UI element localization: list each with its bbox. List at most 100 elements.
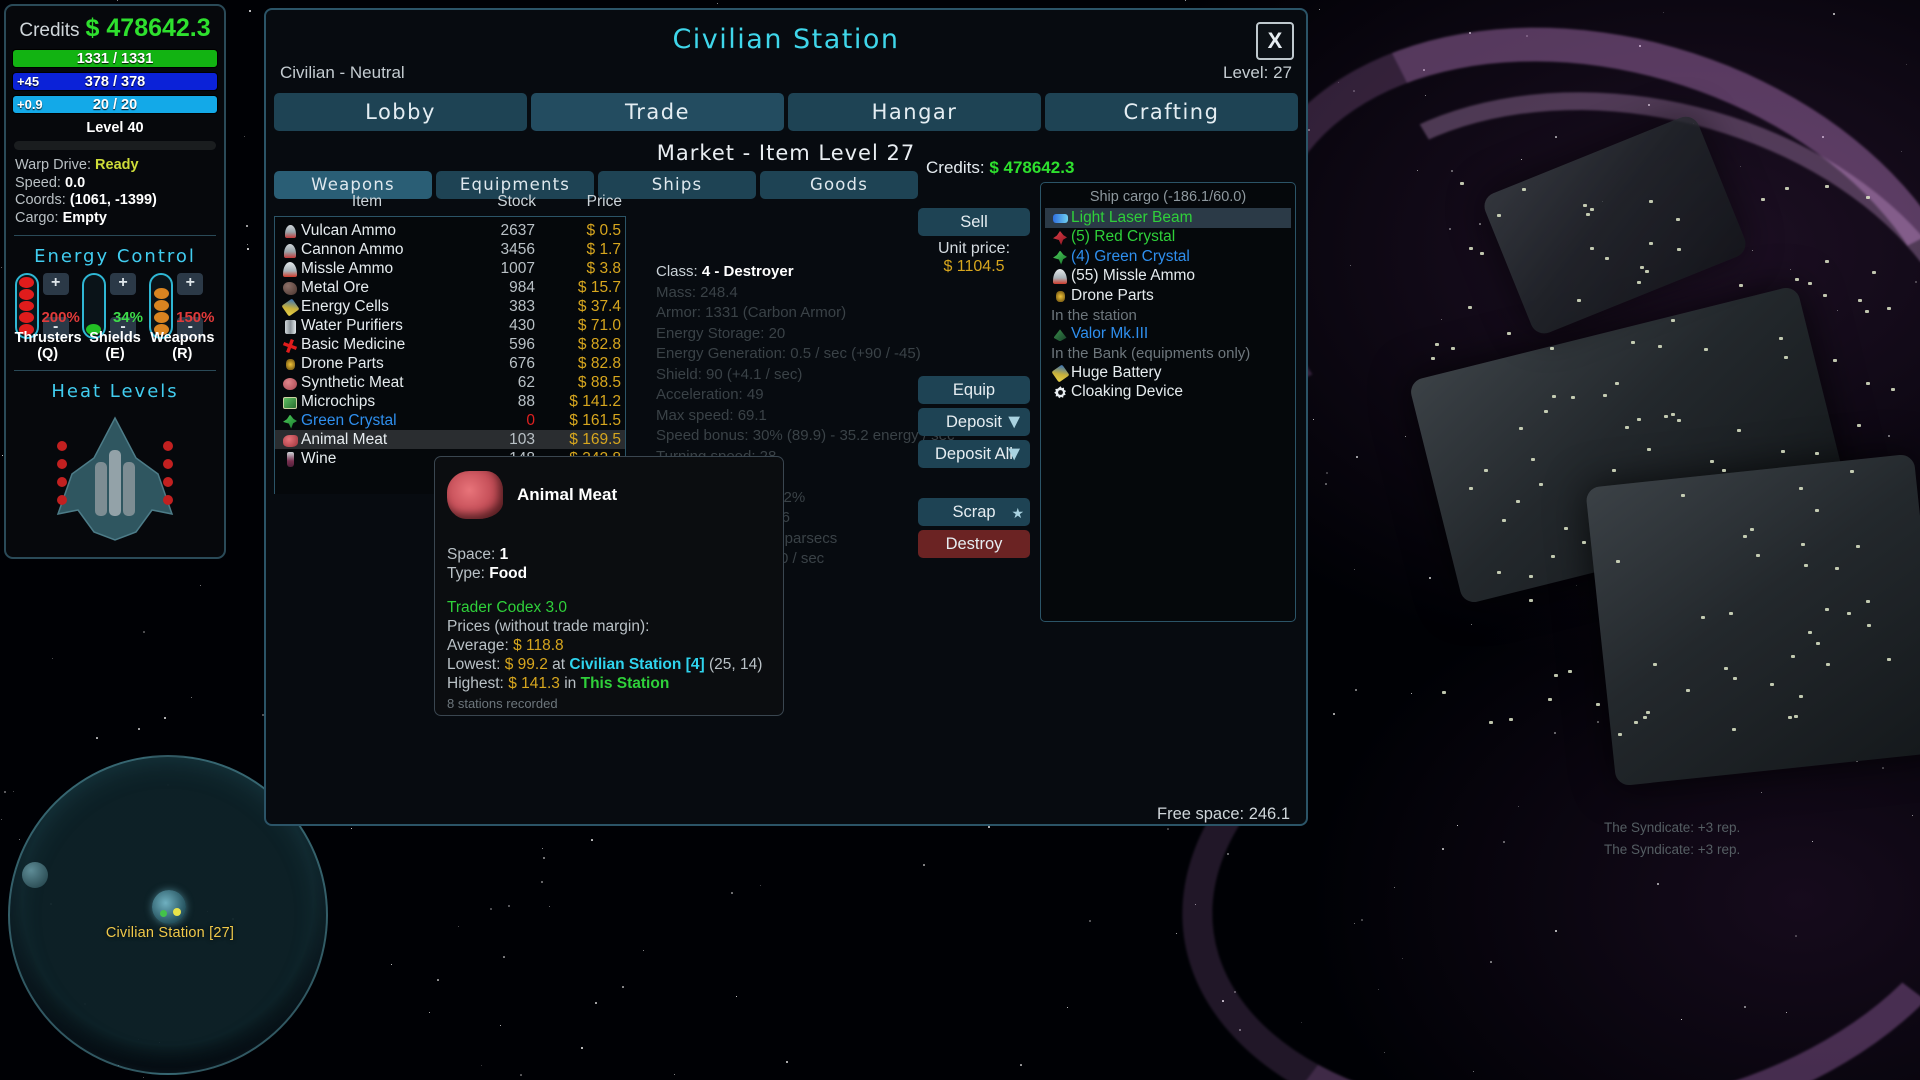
energy-plus-button-2[interactable]: + [177, 273, 204, 295]
market-item-name: Energy Cells [301, 297, 389, 315]
tooltip-lowest-coords: (25, 14) [708, 656, 763, 673]
cargo-row[interactable]: Cloaking Device [1045, 383, 1291, 403]
cargo-row[interactable]: (55) Missle Ammo [1045, 267, 1291, 287]
market-item-list[interactable]: Vulcan Ammo 2637 $ 0.5 Cannon Ammo 3456 $ 1.7… [274, 216, 626, 494]
market-item-stock: 1007 [500, 259, 535, 277]
station-subheader: Civilian - Neutral Level: 27 [266, 59, 1306, 83]
tooltip-space: Space: 1 [447, 545, 771, 564]
energy-cells-icon [279, 298, 301, 317]
light-laser-beam-icon [1049, 210, 1071, 225]
market-item-stock: 88 [517, 392, 535, 410]
cargo-row[interactable]: Valor Mk.III [1045, 325, 1291, 345]
warp-drive-value: Ready [95, 157, 139, 173]
free-space-label: Free space: 246.1 [1157, 805, 1290, 823]
market-row[interactable]: Cannon Ammo 3456 $ 1.7 [275, 240, 625, 259]
microchips-icon [279, 394, 301, 410]
energy-control-weapons: + -150% Weapons (R) [149, 273, 215, 362]
ship-stat-line: Speed bonus: 30% (89.9) - 35.2 energy / … [656, 427, 955, 444]
market-row[interactable]: Synthetic Meat 62 $ 88.5 [275, 373, 625, 392]
destroy-button[interactable]: Destroy [918, 530, 1030, 558]
market-table: Item Stock Price Vulcan Ammo 2637 $ 0.5 Can… [274, 193, 626, 494]
market-item-name: Cannon Ammo [301, 240, 404, 258]
cargo-item-list[interactable]: Light Laser Beam (5) Red Crystal (4) Green… [1045, 208, 1291, 402]
market-row[interactable]: Water Purifiers 430 $ 71.0 [275, 316, 625, 335]
deposit-all-button-label: Deposit All [935, 445, 1013, 463]
category-goods[interactable]: Goods [760, 171, 918, 199]
reputation-toast-1: The Syndicate: +3 rep. [1604, 820, 1741, 835]
sell-button[interactable]: Sell [918, 208, 1030, 236]
hud-credits-label: Credits [19, 20, 80, 41]
reputation-toast-2: The Syndicate: +3 rep. [1604, 842, 1741, 857]
unit-price-label: Unit price: [937, 240, 1011, 257]
cargo-row[interactable]: Light Laser Beam [1045, 208, 1291, 228]
tooltip-header: Animal Meat [447, 471, 771, 519]
tooltip-lowest: Lowest: $ 99.2 at Civilian Station [4] (… [447, 655, 771, 674]
cargo-item-label: Light Laser Beam [1071, 208, 1193, 226]
cargo-stat: Cargo: Empty [12, 210, 218, 228]
market-item-stock: 383 [509, 297, 535, 315]
station-tabs: Lobby Trade Hangar Crafting [266, 83, 1306, 131]
ship-stat-line: Armor: 1331 (Carbon Armor) [656, 304, 847, 321]
cargo-row[interactable]: (4) Green Crystal [1045, 247, 1291, 267]
minimap-station-icon[interactable] [152, 890, 186, 924]
tooltip-average: Average: $ 118.8 [447, 636, 771, 655]
energy-plus-button-1[interactable]: + [109, 273, 136, 295]
drone-parts-icon [1049, 288, 1071, 303]
cargo-item-label: Huge Battery [1071, 363, 1162, 381]
cargo-label: Cargo: [15, 209, 59, 226]
coords-stat: Coords: (1061, -1399) [12, 192, 218, 210]
missle-ammo-icon [279, 260, 301, 277]
cargo-row[interactable]: (5) Red Crystal [1045, 228, 1291, 248]
energy-pip [19, 288, 35, 300]
column-header-item: Item [351, 193, 383, 210]
deposit-button[interactable]: Deposit ▼ [918, 408, 1030, 436]
market-item-price: $ 0.5 [586, 221, 621, 239]
energy-control-name-2: Weapons (R) [150, 330, 215, 362]
market-row[interactable]: Microchips 88 $ 141.2 [275, 392, 625, 411]
drone-parts-icon [279, 356, 301, 372]
market-item-price: $ 88.5 [577, 373, 621, 391]
red-crystal-icon [1049, 229, 1071, 246]
cargo-row[interactable]: Drone Parts [1045, 286, 1291, 306]
market-item-name: Drone Parts [301, 354, 384, 372]
energy-control-title: Energy Control [34, 246, 196, 267]
energy-control-shields: + -34% Shields (E) [81, 273, 148, 362]
energy-pip [19, 300, 35, 312]
market-row[interactable]: Metal Ore 984 $ 15.7 [275, 278, 625, 297]
equip-button[interactable]: Equip [918, 376, 1030, 404]
market-item-stock: 984 [509, 278, 535, 296]
market-item-name: Water Purifiers [301, 316, 403, 334]
tab-lobby[interactable]: Lobby [274, 93, 527, 131]
market-row[interactable]: Animal Meat 103 $ 169.5 [275, 430, 625, 449]
close-button[interactable]: X [1256, 22, 1294, 60]
animal-meat-icon [447, 471, 503, 519]
tooltip-type: Type: Food [447, 564, 771, 583]
market-row[interactable]: Energy Cells 383 $ 37.4 [275, 297, 625, 317]
market-row[interactable]: Drone Parts 676 $ 82.8 [275, 354, 625, 373]
market-item-name: Green Crystal [301, 411, 397, 429]
market-item-price: $ 71.0 [577, 316, 621, 334]
tab-hangar[interactable]: Hangar [788, 93, 1041, 131]
market-item-price: $ 3.8 [586, 259, 621, 277]
energy-pip [19, 277, 35, 288]
chevron-down-icon: ▼ [1004, 411, 1024, 433]
market-row[interactable]: Missle Ammo 1007 $ 3.8 [275, 259, 625, 278]
market-row[interactable]: Green Crystal 0 $ 161.5 [275, 411, 625, 430]
market-item-stock: 3456 [500, 240, 535, 258]
deposit-all-button[interactable]: Deposit All ▼ [918, 440, 1030, 468]
energy-pip [153, 288, 169, 299]
minimap-station-label: Civilian Station [27] [105, 925, 235, 941]
shield-bar: +45 378 / 378 [12, 72, 218, 91]
player-hud: Credits $ 478642.3 1331 / 1331 +45 378 / … [4, 4, 226, 559]
cloaking-device-icon [1049, 384, 1071, 400]
scrap-pile-icon: ★ [1011, 505, 1024, 521]
tab-trade[interactable]: Trade [531, 93, 784, 131]
market-item-price: $ 82.8 [577, 354, 621, 372]
energy-control-name-0: Thrusters (Q) [14, 330, 82, 362]
market-row[interactable]: Vulcan Ammo 2637 $ 0.5 [275, 221, 625, 240]
scrap-button[interactable]: Scrap ★ [918, 498, 1030, 526]
market-row[interactable]: Basic Medicine 596 $ 82.8 [275, 335, 625, 354]
cargo-row[interactable]: Huge Battery [1045, 363, 1291, 383]
energy-plus-button-0[interactable]: + [42, 273, 69, 295]
tab-crafting[interactable]: Crafting [1045, 93, 1298, 131]
